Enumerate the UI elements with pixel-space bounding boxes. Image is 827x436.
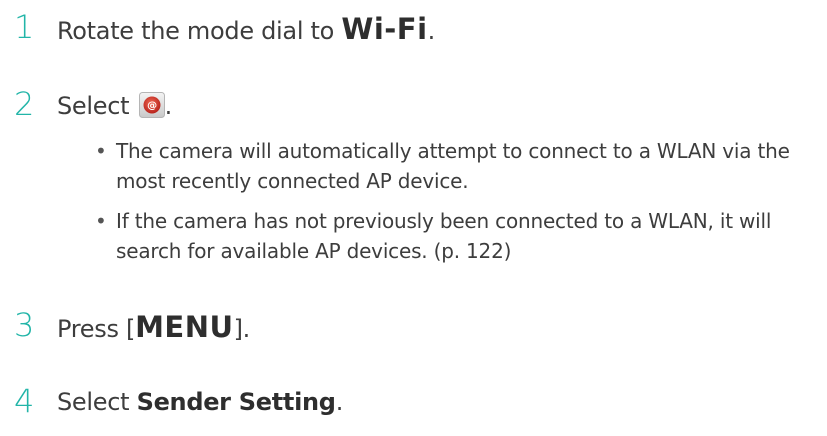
bullet-item-1: • The camera will automatically attempt … [95,136,805,196]
step-number-4: 4 [14,382,35,420]
step-1-text-before: Rotate the mode dial to [57,17,342,45]
step-4-text-after: . [335,388,344,416]
bullet-text-1: The camera will automatically attempt to… [116,139,790,193]
bullet-text-2: If the camera has not previously been co… [116,209,772,263]
step-number-3: 3 [14,306,35,344]
step-4-text: Select Sender Setting. [57,390,343,414]
svg-text:@: @ [147,101,157,112]
bullet-item-2: • If the camera has not previously been … [95,206,805,266]
step-4-text-before: Select [57,388,137,416]
step-2-text-before: Select [57,92,137,120]
step-3-text: Press [MENU]. [57,313,250,342]
bullet-dot: • [95,209,107,233]
step-1-text-after: . [427,17,436,45]
step-2-text: Select @ . [57,92,172,118]
wifi-mode-label: Wi-Fi [341,12,428,46]
bullet-dot: • [95,139,107,163]
step-3-text-before: Press [ [57,315,136,343]
step-number-1: 1 [14,8,35,46]
step-3-text-after: ]. [233,315,251,343]
step-number-2: 2 [14,85,35,123]
sender-setting-label: Sender Setting [136,388,336,416]
step-2-text-after: . [164,92,173,120]
email-icon: @ [138,92,165,118]
menu-button-label: MENU [135,310,234,344]
step-1-text: Rotate the mode dial to Wi-Fi. [57,15,435,44]
